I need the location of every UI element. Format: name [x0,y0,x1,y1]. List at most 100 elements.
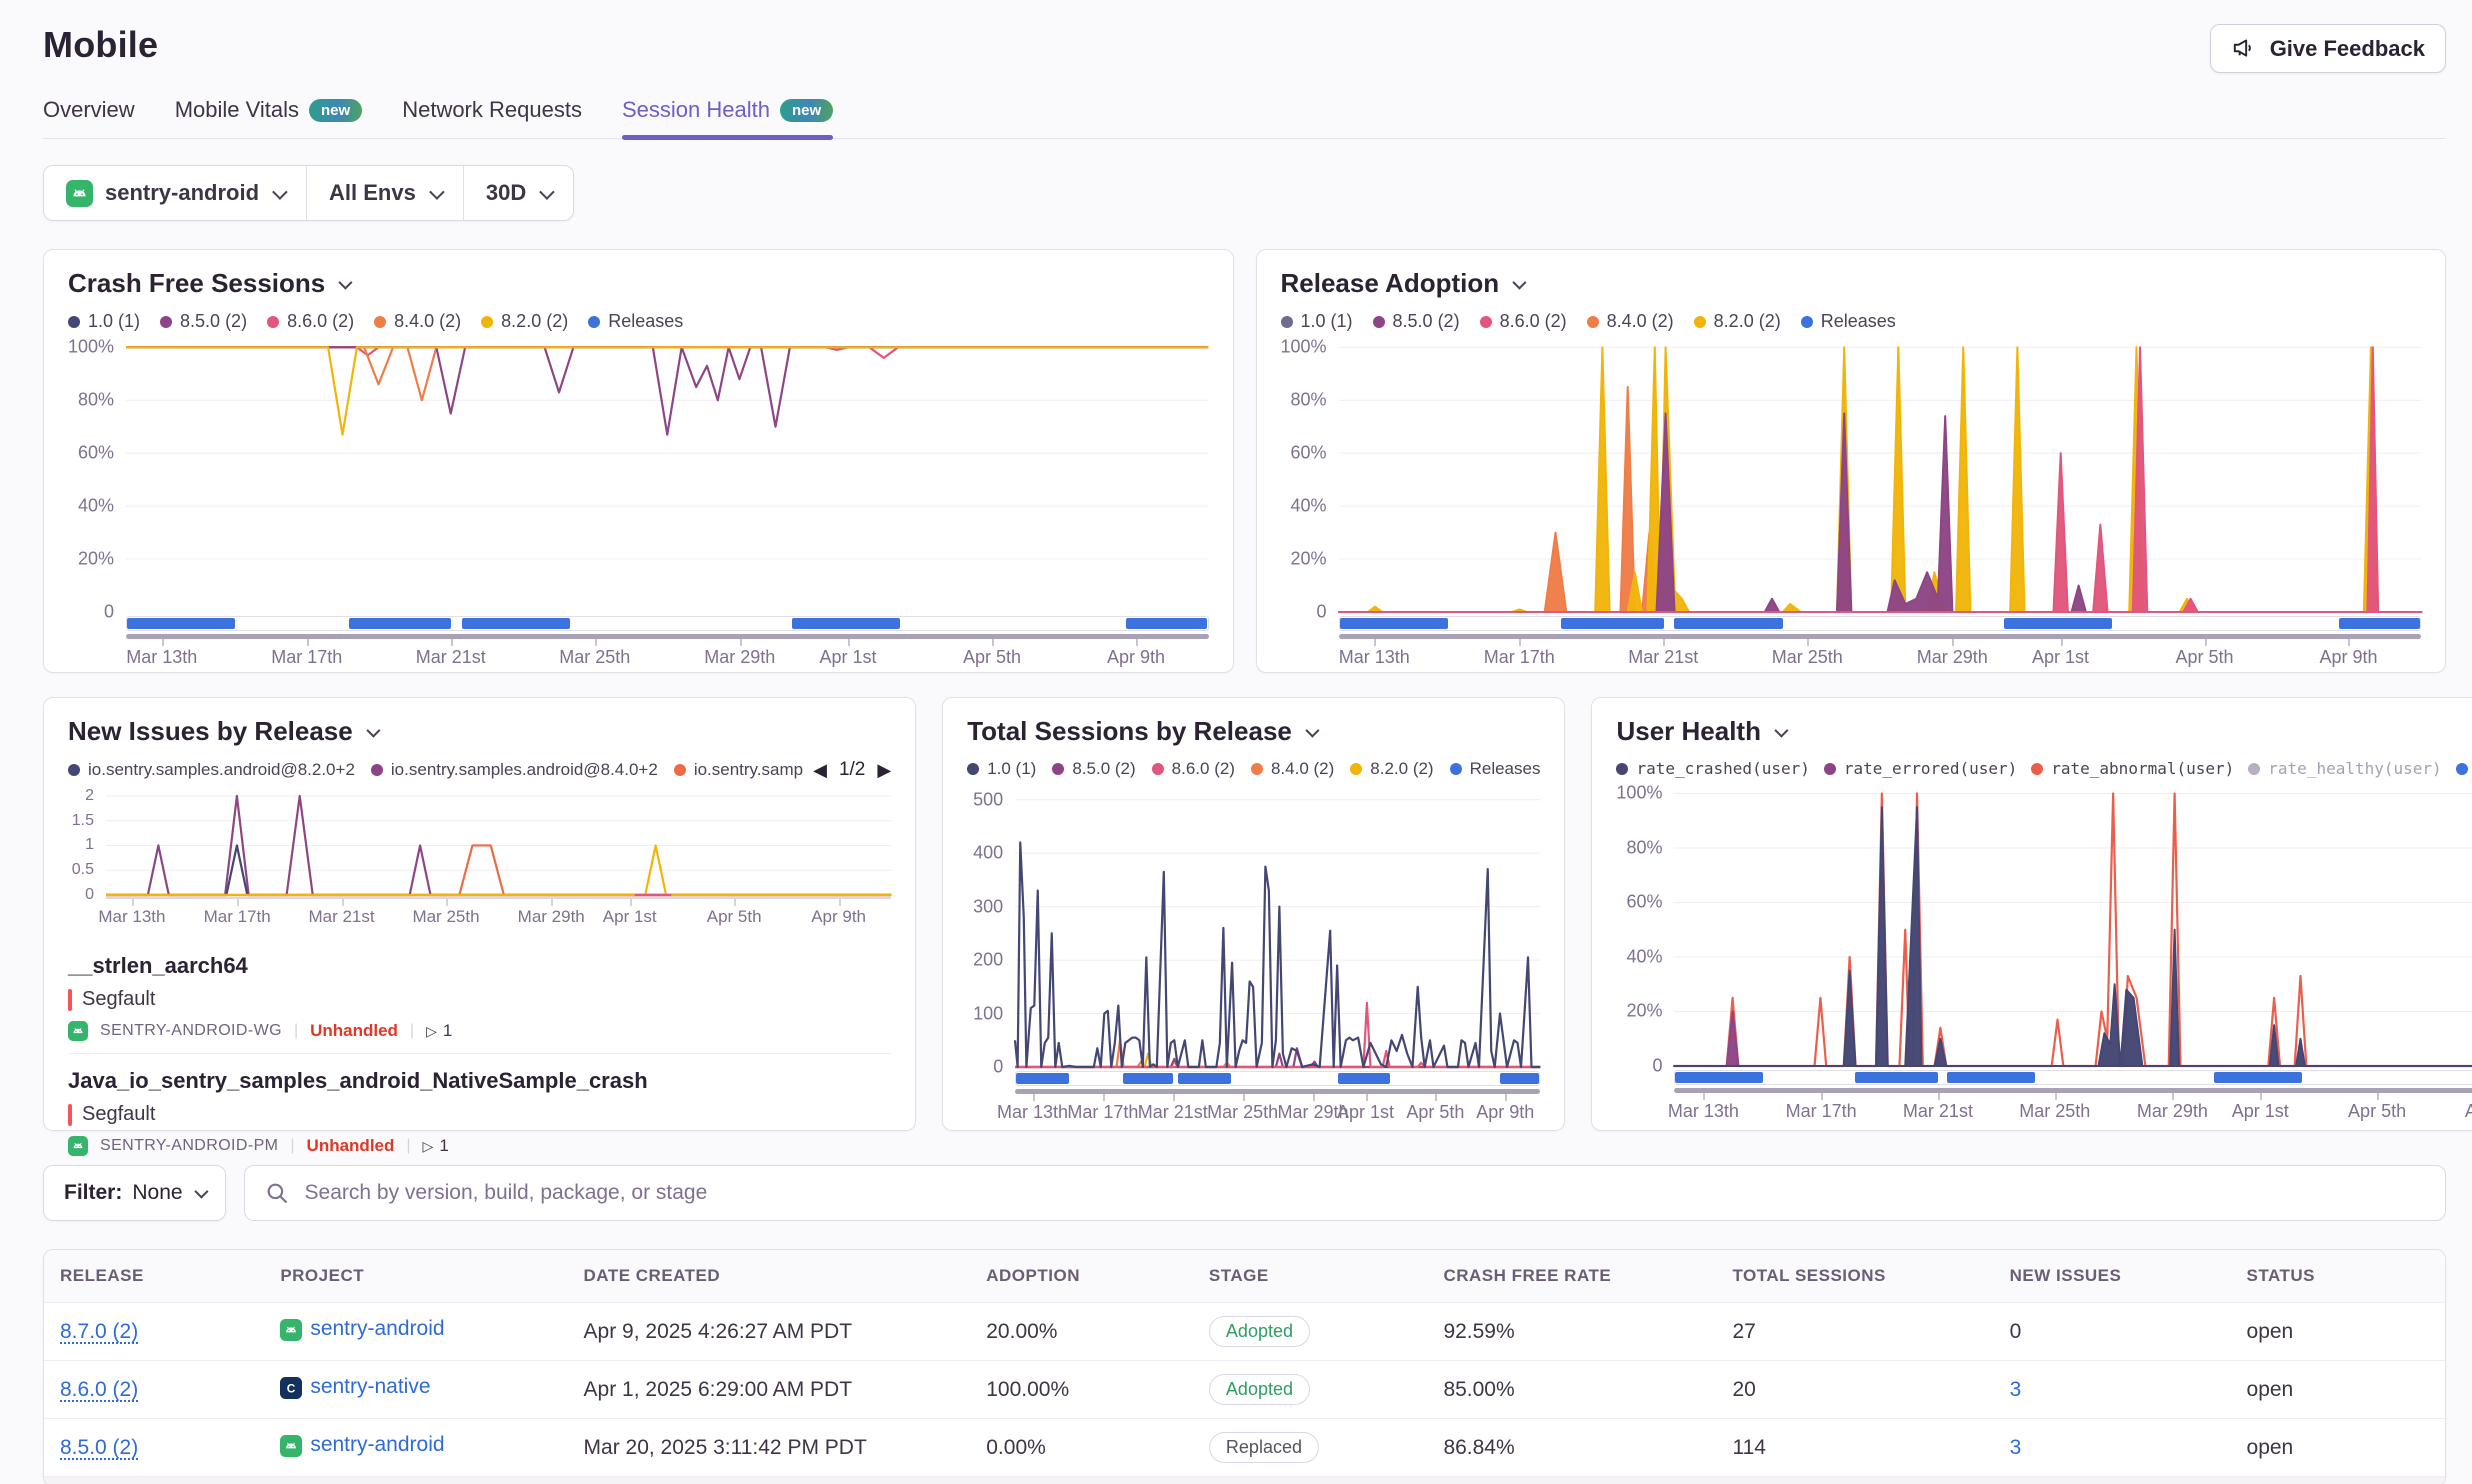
filter-value: None [132,1181,182,1205]
axis-scrubber[interactable] [1015,1089,1540,1094]
project-link[interactable]: sentry-android [310,1317,444,1341]
axis-scrubber[interactable] [126,634,1209,639]
release-link[interactable]: 8.5.0 (2) [60,1436,138,1459]
legend-item[interactable]: 8.2.0 (2) [1694,311,1781,332]
release-link[interactable]: 8.7.0 (2) [60,1320,138,1343]
stage-badge: Adopted [1209,1374,1310,1405]
new-issues-title[interactable]: New Issues by Release [68,716,891,747]
chart-plot[interactable] [1339,342,2422,612]
release-bar[interactable] [1178,1073,1230,1084]
project-selector[interactable]: sentry-android [44,166,306,220]
release-bar[interactable] [1338,1073,1390,1084]
total-sessions-title[interactable]: Total Sessions by Release [967,716,1540,747]
tab-network-requests[interactable]: Network Requests [402,97,582,138]
new-issues-link[interactable]: 3 [2010,1378,2022,1401]
column-header: NEW ISSUES [2010,1266,2247,1286]
search-input[interactable] [244,1165,2446,1221]
page-title: Mobile [43,24,158,66]
column-header: TOTAL SESSIONS [1732,1266,2009,1286]
legend-item[interactable]: 8.5.0 (2) [1052,759,1135,779]
legend-item[interactable]: 1.0 (1) [967,759,1036,779]
release-track[interactable] [1339,616,2422,631]
legend-item[interactable]: 8.6.0 (2) [1480,311,1567,332]
release-bar[interactable] [2339,618,2420,629]
legend-item[interactable]: 8.6.0 (2) [1152,759,1235,779]
legend-dot [1373,316,1385,328]
release-track[interactable] [1674,1070,2472,1085]
issue-list-item[interactable]: __strlen_aarch64SegfaultSENTRY-ANDROID-W… [68,939,891,1053]
release-link[interactable]: 8.6.0 (2) [60,1378,138,1401]
legend-item[interactable]: 8.4.0 (2) [1587,311,1674,332]
release-bar[interactable] [1016,1073,1068,1084]
axis-scrubber[interactable] [1674,1088,2472,1093]
release-bar[interactable] [1123,1073,1173,1084]
legend-item[interactable]: 8.4.0 (2) [1251,759,1334,779]
environment-selector[interactable]: All Envs [306,166,463,220]
release-bar[interactable] [1126,618,1207,629]
release-track[interactable] [126,616,1209,631]
legend-item[interactable]: 8.4.0 (2) [374,311,461,332]
release-bar[interactable] [349,618,452,629]
release-bar[interactable] [1947,1072,2035,1083]
release-bar[interactable] [1500,1073,1539,1084]
legend-item[interactable]: Releases [1450,759,1541,779]
legend-item[interactable]: io.sentry.samples.android@8.2.0+2 [68,760,355,780]
x-axis-labels: Mar 13thMar 17thMar 21stMar 25thMar 29th… [1015,1102,1540,1132]
legend-item[interactable]: 8.2.0 (2) [481,311,568,332]
issue-list-item[interactable]: Java_io_sentry_samples_android_NativeSam… [68,1053,891,1168]
prev-page-icon[interactable]: ◀ [813,760,827,781]
legend-item[interactable]: 1.0 (1) [68,311,140,332]
legend-item[interactable]: 8.6.0 (2) [267,311,354,332]
y-axis: 020%40%60%80%100% [68,342,126,612]
issue-title[interactable]: __strlen_aarch64 [68,953,891,979]
next-page-icon[interactable]: ▶ [877,760,891,781]
legend-item[interactable]: 8.5.0 (2) [160,311,247,332]
date-range-selector[interactable]: 30D [463,166,573,220]
legend-item[interactable]: 1.0 (1) [1281,311,1353,332]
legend-item[interactable]: rate_errored(user) [1824,759,2017,778]
release-adoption-title[interactable]: Release Adoption [1281,268,2422,299]
legend-item[interactable]: 8.5.0 (2) [1373,311,1460,332]
crash-free-sessions-title[interactable]: Crash Free Sessions [68,268,1209,299]
tab-overview[interactable]: Overview [43,97,135,138]
legend-item[interactable]: rate_abnormal(user) [2031,759,2234,778]
release-bar[interactable] [792,618,900,629]
release-bar[interactable] [2214,1072,2302,1083]
release-bar[interactable] [1675,1072,1763,1083]
legend-item[interactable]: Releases [2456,759,2472,778]
chart-plot[interactable] [126,342,1209,612]
chart-plot[interactable] [1674,788,2472,1066]
project-link[interactable]: sentry-android [310,1433,444,1457]
release-bar[interactable] [2004,618,2112,629]
legend-item[interactable]: rate_healthy(user) [2248,759,2441,778]
tab-mobile-vitals[interactable]: Mobile Vitals new [175,97,363,138]
give-feedback-button[interactable]: Give Feedback [2210,24,2446,73]
release-bar[interactable] [462,618,570,629]
legend-item[interactable]: rate_crashed(user) [1616,759,1809,778]
chart-plot[interactable] [1015,789,1540,1067]
tab-session-health[interactable]: Session Health new [622,97,833,138]
legend-item[interactable]: io.sentry.samp [674,760,803,780]
issue-title[interactable]: Java_io_sentry_samples_android_NativeSam… [68,1068,891,1094]
column-header: RELEASE [60,1266,280,1286]
release-bar[interactable] [127,618,235,629]
table-row-partial [44,1476,2445,1484]
axis-scrubber[interactable] [1339,634,2422,639]
chart-plot[interactable] [106,791,891,895]
legend-item[interactable]: io.sentry.samples.android@8.4.0+2 [371,760,658,780]
release-bar[interactable] [1674,618,1782,629]
new-issues-count: 0 [2010,1320,2022,1343]
table-row: 8.6.0 (2)Csentry-nativeApr 1, 2025 6:29:… [44,1360,2445,1418]
new-issues-link[interactable]: 3 [2010,1436,2022,1459]
legend-item[interactable]: Releases [1801,311,1896,332]
project-link[interactable]: sentry-native [310,1375,430,1399]
total-sessions-value: 27 [1732,1320,2009,1344]
release-track[interactable] [1015,1071,1540,1086]
legend-item[interactable]: Releases [588,311,683,332]
release-bar[interactable] [1855,1072,1938,1083]
release-bar[interactable] [1340,618,1448,629]
release-bar[interactable] [1561,618,1664,629]
user-health-title[interactable]: User Health [1616,716,2472,747]
stage-filter-button[interactable]: Filter: None [43,1165,226,1221]
legend-item[interactable]: 8.2.0 (2) [1350,759,1433,779]
